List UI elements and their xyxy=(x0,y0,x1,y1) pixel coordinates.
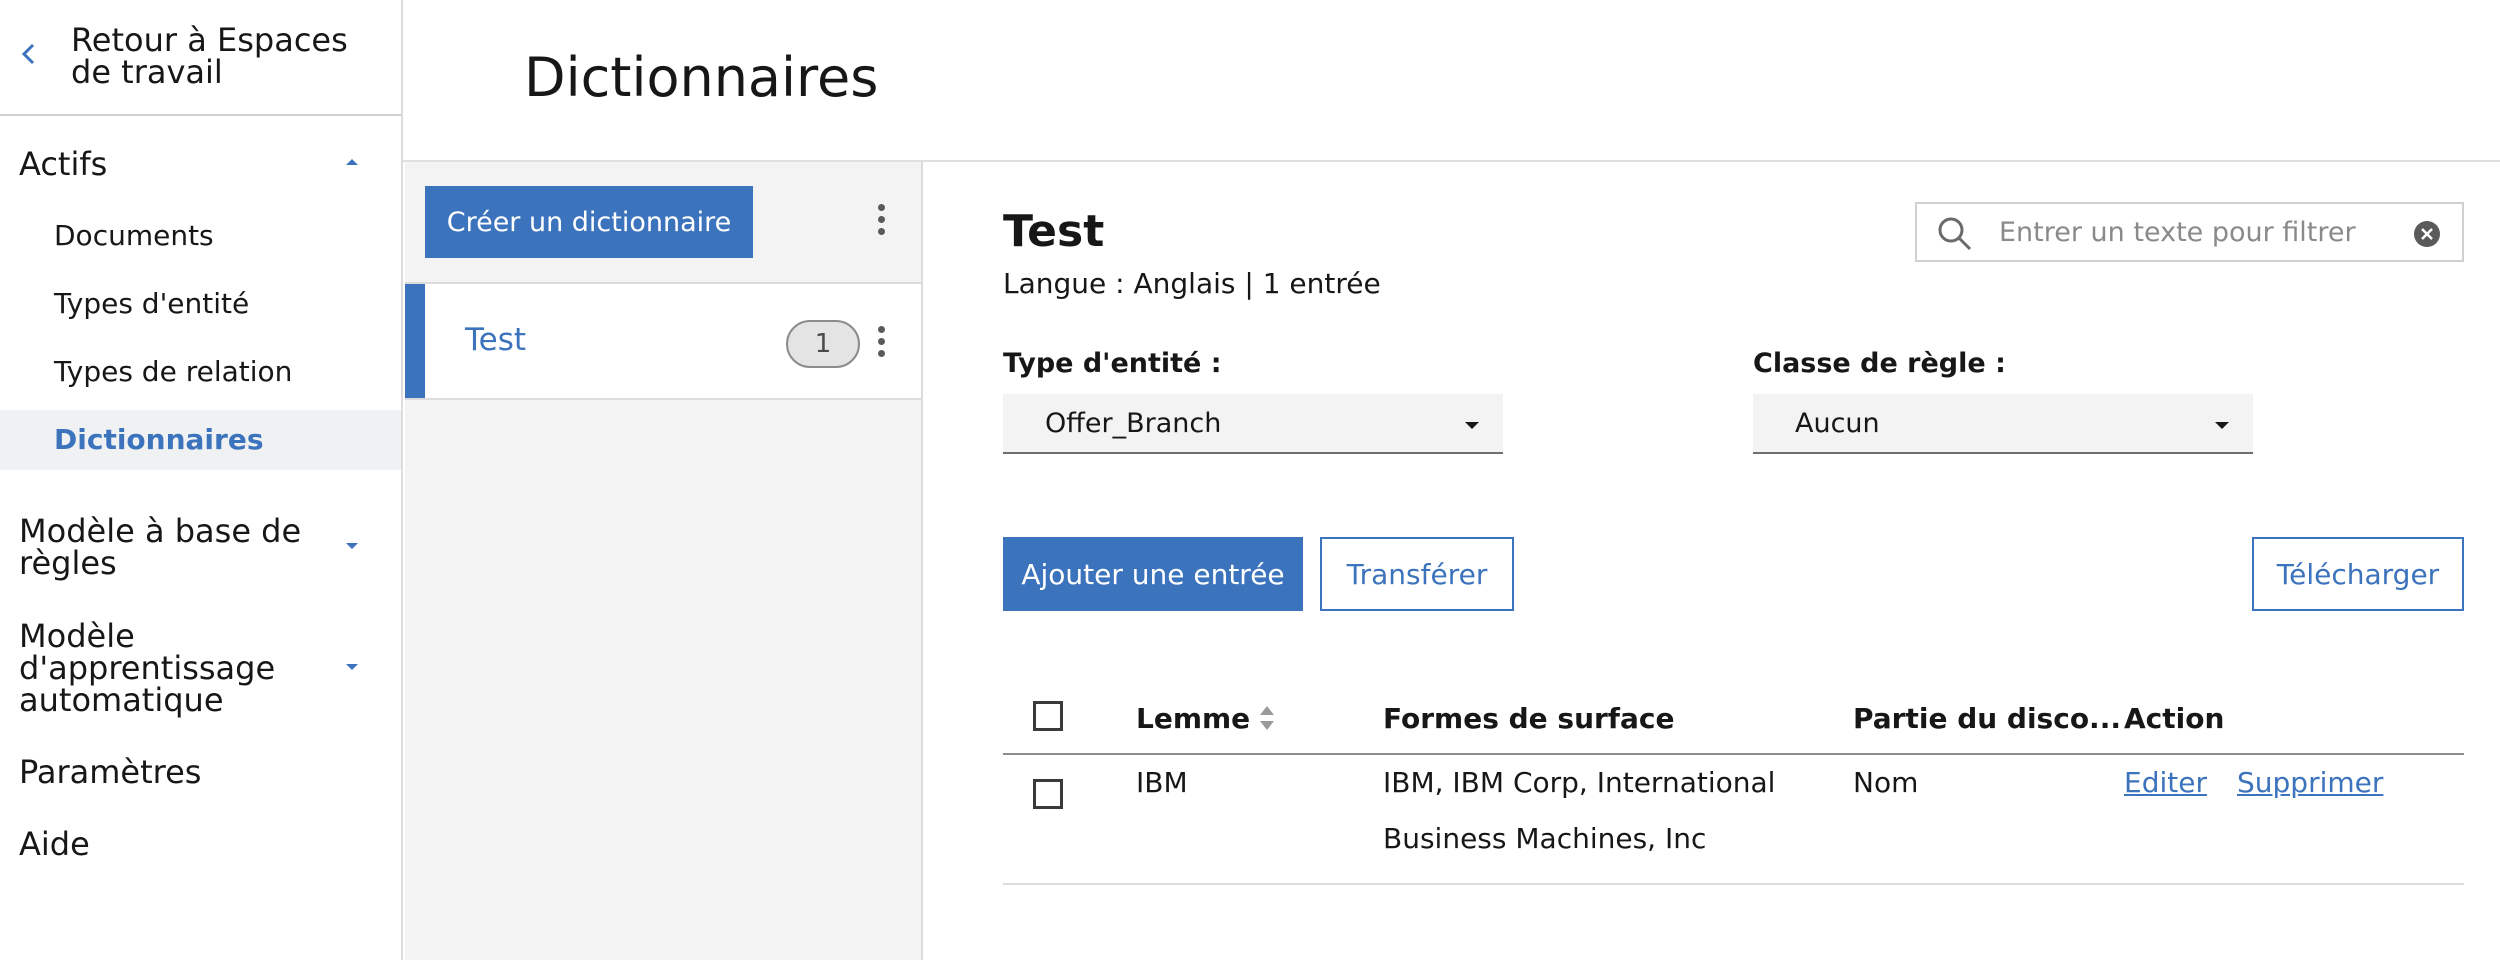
dictionary-item-test[interactable]: Test 1 xyxy=(405,282,921,400)
page-title: Dictionnaires xyxy=(524,46,879,109)
column-header-surface-forms: Formes de surface xyxy=(1383,702,1675,735)
rule-class-select[interactable]: Aucun xyxy=(1753,394,2253,454)
caret-up-icon xyxy=(346,159,358,165)
cell-lemma: IBM xyxy=(1136,766,1188,799)
overflow-menu-icon[interactable] xyxy=(875,200,887,244)
add-entry-button[interactable]: Ajouter une entrée xyxy=(1003,537,1303,611)
rule-class-label: Classe de règle : xyxy=(1753,348,2006,379)
nav-item-dictionaries-label: Dictionnaires xyxy=(54,423,264,456)
overflow-menu-icon[interactable] xyxy=(875,322,887,366)
rule-class-value: Aucun xyxy=(1795,408,1880,439)
nav-item-relation-types[interactable]: Types de relation xyxy=(0,342,401,402)
back-link-label: Retour à Espaces de travail xyxy=(71,21,348,91)
nav-section-settings-label: Paramètres xyxy=(19,753,202,791)
nav-section-ml-model[interactable]: Modèle d'apprentissage automatique xyxy=(0,620,401,716)
dictionary-list-panel: Créer un dictionnaire Test 1 xyxy=(405,162,923,960)
dictionary-name: Test xyxy=(465,322,527,358)
cell-part-of-speech: Nom xyxy=(1853,766,1919,799)
nav-item-entity-types[interactable]: Types d'entité xyxy=(0,274,401,334)
entity-type-label: Type d'entité : xyxy=(1003,348,1222,379)
delete-link[interactable]: Supprimer xyxy=(2237,755,2383,811)
entity-type-select[interactable]: Offer_Branch xyxy=(1003,394,1503,454)
entity-type-value: Offer_Branch xyxy=(1045,408,1222,439)
nav-section-help[interactable]: Aide xyxy=(0,828,401,868)
search-icon xyxy=(1938,217,1972,251)
nav-section-assets-label: Actifs xyxy=(19,145,108,183)
entry-count-badge: 1 xyxy=(786,320,860,368)
cell-surface-forms: IBM, IBM Corp, International xyxy=(1383,766,1776,799)
chevron-left-icon xyxy=(21,43,35,65)
cell-surface-forms: Business Machines, Inc xyxy=(1383,822,1707,855)
select-all-checkbox[interactable] xyxy=(1033,701,1063,731)
download-button[interactable]: Télécharger xyxy=(2252,537,2464,611)
back-to-workspaces-link[interactable]: Retour à Espaces de travail xyxy=(0,0,401,116)
nav-item-relation-types-label: Types de relation xyxy=(54,355,293,388)
caret-down-icon xyxy=(1465,422,1479,429)
column-header-lemma[interactable]: Lemme xyxy=(1136,703,1250,735)
nav-section-rule-based-model[interactable]: Modèle à base de règles xyxy=(0,515,401,579)
clear-icon[interactable] xyxy=(2413,220,2441,248)
table-row: IBM IBM, IBM Corp, International Busines… xyxy=(1003,755,2464,885)
dictionary-title: Test xyxy=(1003,206,1105,257)
caret-down-icon xyxy=(2215,422,2229,429)
nav-section-ml-model-label: Modèle d'apprentissage automatique xyxy=(19,617,276,719)
selected-indicator xyxy=(405,284,425,398)
row-checkbox[interactable] xyxy=(1033,779,1063,809)
transfer-button[interactable]: Transférer xyxy=(1320,537,1514,611)
nav-section-assets[interactable]: Actifs xyxy=(0,148,401,204)
column-header-action: Action xyxy=(2124,702,2225,735)
nav-item-entity-types-label: Types d'entité xyxy=(54,287,250,320)
sort-icon[interactable] xyxy=(1257,701,1277,735)
edit-link[interactable]: Editer xyxy=(2124,755,2207,811)
left-nav: Retour à Espaces de travail Actifs Docum… xyxy=(0,0,403,960)
filter-search xyxy=(1915,202,2464,262)
nav-section-rule-based-model-label: Modèle à base de règles xyxy=(19,512,302,582)
nav-item-dictionaries[interactable]: Dictionnaires xyxy=(0,410,401,470)
filter-input[interactable] xyxy=(1999,212,2389,252)
caret-down-icon xyxy=(346,664,358,670)
nav-item-documents-label: Documents xyxy=(54,219,214,252)
nav-item-documents[interactable]: Documents xyxy=(0,206,401,266)
caret-down-icon xyxy=(346,543,358,549)
nav-section-settings[interactable]: Paramètres xyxy=(0,756,401,796)
column-header-part-of-speech: Partie du disco... xyxy=(1853,702,2121,735)
table-header: Lemme Formes de surface Partie du disco.… xyxy=(1003,683,2464,755)
dictionary-meta: Langue : Anglais | 1 entrée xyxy=(1003,267,1381,300)
create-dictionary-button[interactable]: Créer un dictionnaire xyxy=(425,186,753,258)
nav-section-help-label: Aide xyxy=(19,825,90,863)
